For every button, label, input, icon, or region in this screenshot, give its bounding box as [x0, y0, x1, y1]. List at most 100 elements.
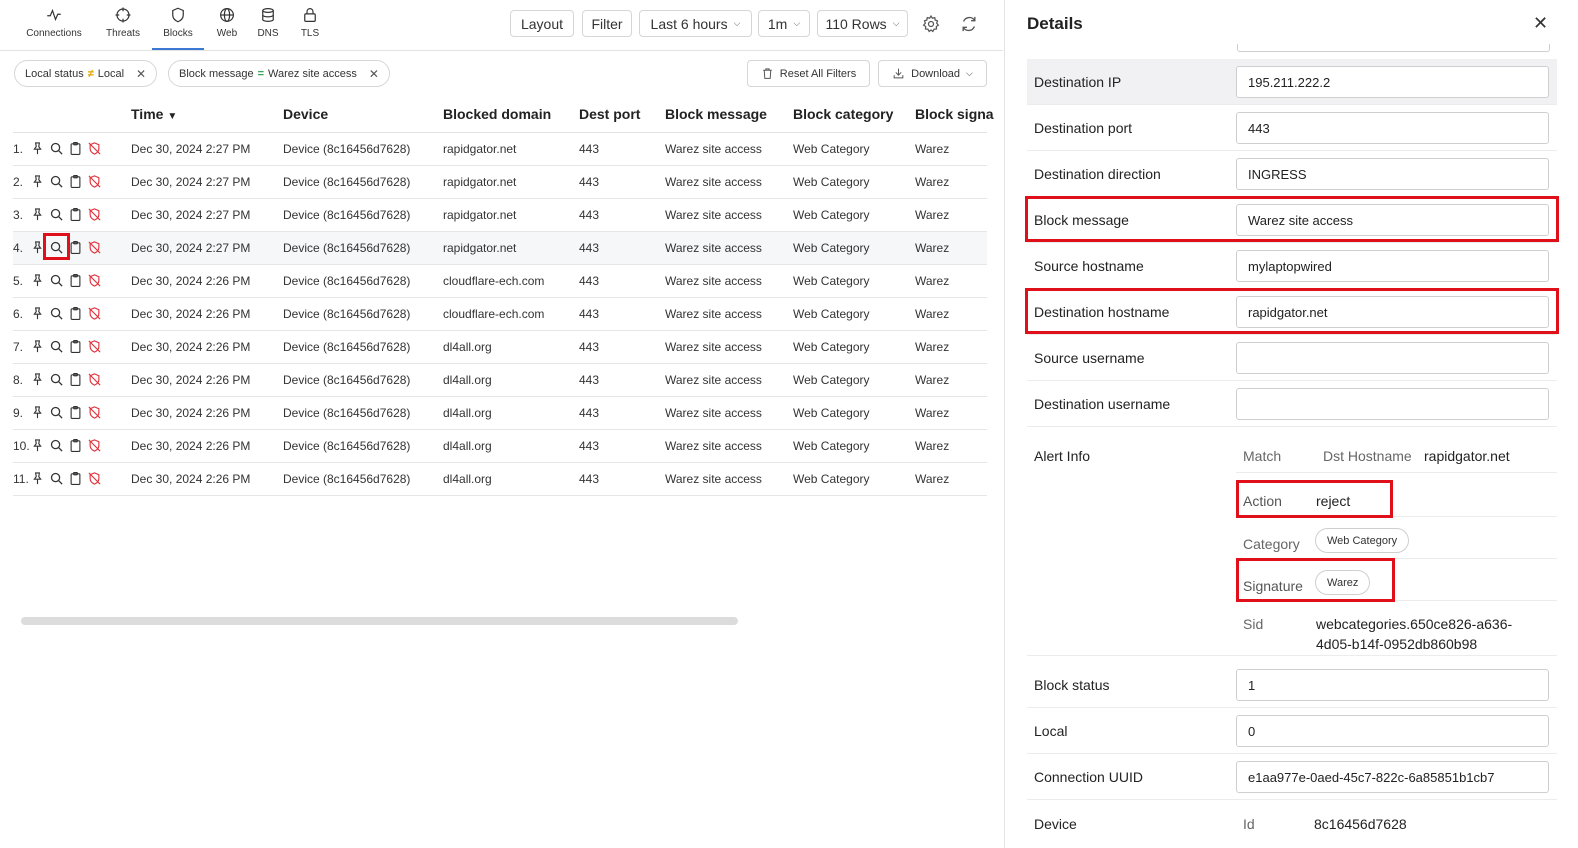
clipboard-icon[interactable] — [67, 206, 83, 223]
column-header-block-category[interactable]: Block category — [793, 106, 893, 122]
filter-chip-local-status[interactable]: Local status ≠ Local ✕ — [14, 60, 158, 87]
download-button[interactable]: Download ⌵ — [878, 60, 987, 87]
search-icon[interactable] — [48, 206, 64, 223]
table-row[interactable]: 10. Dec 30, 2024 2:26 PM Device (8c16456d7… — [13, 430, 987, 463]
search-icon[interactable] — [48, 272, 64, 289]
shield-off-icon[interactable] — [86, 470, 102, 487]
shield-off-icon[interactable] — [86, 338, 102, 355]
clipboard-icon[interactable] — [67, 305, 83, 322]
destination-ip-field[interactable]: 195.211.222.2 — [1236, 66, 1549, 98]
tab-connections[interactable]: Connections — [22, 0, 86, 50]
pin-icon[interactable] — [29, 371, 45, 388]
table-row[interactable]: 4. Dec 30, 2024 2:27 PM Device (8c16456d76… — [13, 232, 987, 265]
search-icon[interactable] — [48, 404, 64, 421]
interval-select[interactable]: 1m ⌵ — [758, 10, 810, 37]
column-header-block-message[interactable]: Block message — [665, 106, 767, 122]
pin-icon[interactable] — [29, 404, 45, 421]
clipboard-icon[interactable] — [67, 338, 83, 355]
filter-button[interactable]: Filter — [582, 10, 632, 37]
table-row[interactable]: 2. Dec 30, 2024 2:27 PM Device (8c16456d76… — [13, 166, 987, 199]
tab-dns[interactable]: DNS — [252, 0, 284, 50]
filter-chip-block-message[interactable]: Block message = Warez site access ✕ — [168, 60, 390, 87]
search-icon[interactable] — [48, 140, 64, 157]
search-icon[interactable] — [48, 371, 64, 388]
table-row[interactable]: 3. Dec 30, 2024 2:27 PM Device (8c16456d76… — [13, 199, 987, 232]
refresh-button[interactable] — [955, 10, 983, 37]
cell-block-category: Web Category — [793, 208, 870, 222]
search-icon[interactable] — [48, 437, 64, 454]
field-label: Destination direction — [1034, 166, 1161, 182]
table-row[interactable]: 1. Dec 30, 2024 2:27 PM Device (8c16456d76… — [13, 133, 987, 166]
pin-icon[interactable] — [29, 470, 45, 487]
shield-off-icon[interactable] — [86, 305, 102, 322]
shield-off-icon[interactable] — [86, 404, 102, 421]
destination-direction-field[interactable]: INGRESS — [1236, 158, 1549, 190]
local-field[interactable]: 0 — [1236, 715, 1549, 747]
block-status-field[interactable]: 1 — [1236, 669, 1549, 701]
destination-username-field[interactable] — [1236, 388, 1549, 420]
search-icon[interactable] — [48, 173, 64, 190]
cell-blocked-domain: rapidgator.net — [443, 241, 517, 255]
clipboard-icon[interactable] — [67, 140, 83, 157]
destination-port-field[interactable]: 443 — [1236, 112, 1549, 144]
table-row[interactable]: 8. Dec 30, 2024 2:26 PM Device (8c16456d76… — [13, 364, 987, 397]
clipboard-icon[interactable] — [67, 272, 83, 289]
rows-select[interactable]: 110 Rows ⌵ — [817, 10, 908, 37]
table-row[interactable]: 9. Dec 30, 2024 2:26 PM Device (8c16456d76… — [13, 397, 987, 430]
clipboard-icon[interactable] — [67, 404, 83, 421]
details-content[interactable]: Destination IP 195.211.222.2 Destination… — [1027, 44, 1557, 848]
connection-uuid-field[interactable]: e1aa977e-0aed-45c7-822c-6a85851b1cb7 — [1236, 761, 1549, 793]
shield-off-icon[interactable] — [86, 140, 102, 157]
search-icon[interactable] — [48, 305, 64, 322]
truncated-field — [1237, 44, 1550, 52]
cell-time: Dec 30, 2024 2:27 PM — [131, 142, 251, 156]
close-icon[interactable]: ✕ — [1533, 13, 1548, 34]
table-row[interactable]: 6. Dec 30, 2024 2:26 PM Device (8c16456d76… — [13, 298, 987, 331]
clipboard-icon[interactable] — [67, 173, 83, 190]
settings-button[interactable] — [917, 10, 945, 37]
table-row[interactable]: 5. Dec 30, 2024 2:26 PM Device (8c16456d76… — [13, 265, 987, 298]
clipboard-icon[interactable] — [67, 371, 83, 388]
shield-off-icon[interactable] — [86, 206, 102, 223]
column-header-device[interactable]: Device — [283, 106, 328, 122]
blocks-view: Connections Threats Blocks Web DNS TLS L… — [0, 0, 1003, 848]
column-header-block-signature[interactable]: Block signa — [915, 106, 994, 122]
table-row[interactable]: 7. Dec 30, 2024 2:26 PM Device (8c16456d76… — [13, 331, 987, 364]
chip-key: Block message — [179, 67, 254, 80]
shield-off-icon[interactable] — [86, 371, 102, 388]
column-header-dest-port[interactable]: Dest port — [579, 106, 640, 122]
highlight-box — [1025, 196, 1559, 242]
pin-icon[interactable] — [29, 338, 45, 355]
shield-off-icon[interactable] — [86, 272, 102, 289]
column-header-blocked-domain[interactable]: Blocked domain — [443, 106, 551, 122]
clipboard-icon[interactable] — [67, 437, 83, 454]
tab-web[interactable]: Web — [211, 0, 243, 50]
reset-filters-button[interactable]: Reset All Filters — [747, 60, 870, 87]
source-username-field[interactable] — [1236, 342, 1549, 374]
shield-off-icon[interactable] — [86, 437, 102, 454]
pin-icon[interactable] — [29, 305, 45, 322]
layout-button[interactable]: Layout — [510, 10, 574, 37]
source-hostname-field[interactable]: mylaptopwired — [1236, 250, 1549, 282]
horizontal-scrollbar[interactable] — [21, 617, 738, 625]
pin-icon[interactable] — [29, 140, 45, 157]
search-icon[interactable] — [48, 470, 64, 487]
tab-threats[interactable]: Threats — [101, 0, 145, 50]
time-range-select[interactable]: Last 6 hours ⌵ — [639, 10, 752, 37]
pin-icon[interactable] — [29, 437, 45, 454]
tab-blocks[interactable]: Blocks — [152, 0, 204, 50]
clipboard-icon[interactable] — [67, 470, 83, 487]
tab-tls[interactable]: TLS — [294, 0, 326, 50]
pin-icon[interactable] — [29, 173, 45, 190]
pin-icon[interactable] — [29, 206, 45, 223]
close-icon[interactable]: ✕ — [136, 67, 146, 81]
pin-icon[interactable] — [29, 272, 45, 289]
shield-off-icon[interactable] — [86, 173, 102, 190]
column-header-time[interactable]: Time ▼ — [131, 106, 177, 122]
search-icon[interactable] — [48, 338, 64, 355]
shield-off-icon[interactable] — [86, 239, 102, 256]
blocks-table: Time ▼ Device Blocked domain Dest port B… — [13, 97, 994, 496]
table-row[interactable]: 11. Dec 30, 2024 2:26 PM Device (8c16456d7… — [13, 463, 987, 496]
close-icon[interactable]: ✕ — [369, 67, 379, 81]
chip-operator: ≠ — [87, 67, 94, 80]
